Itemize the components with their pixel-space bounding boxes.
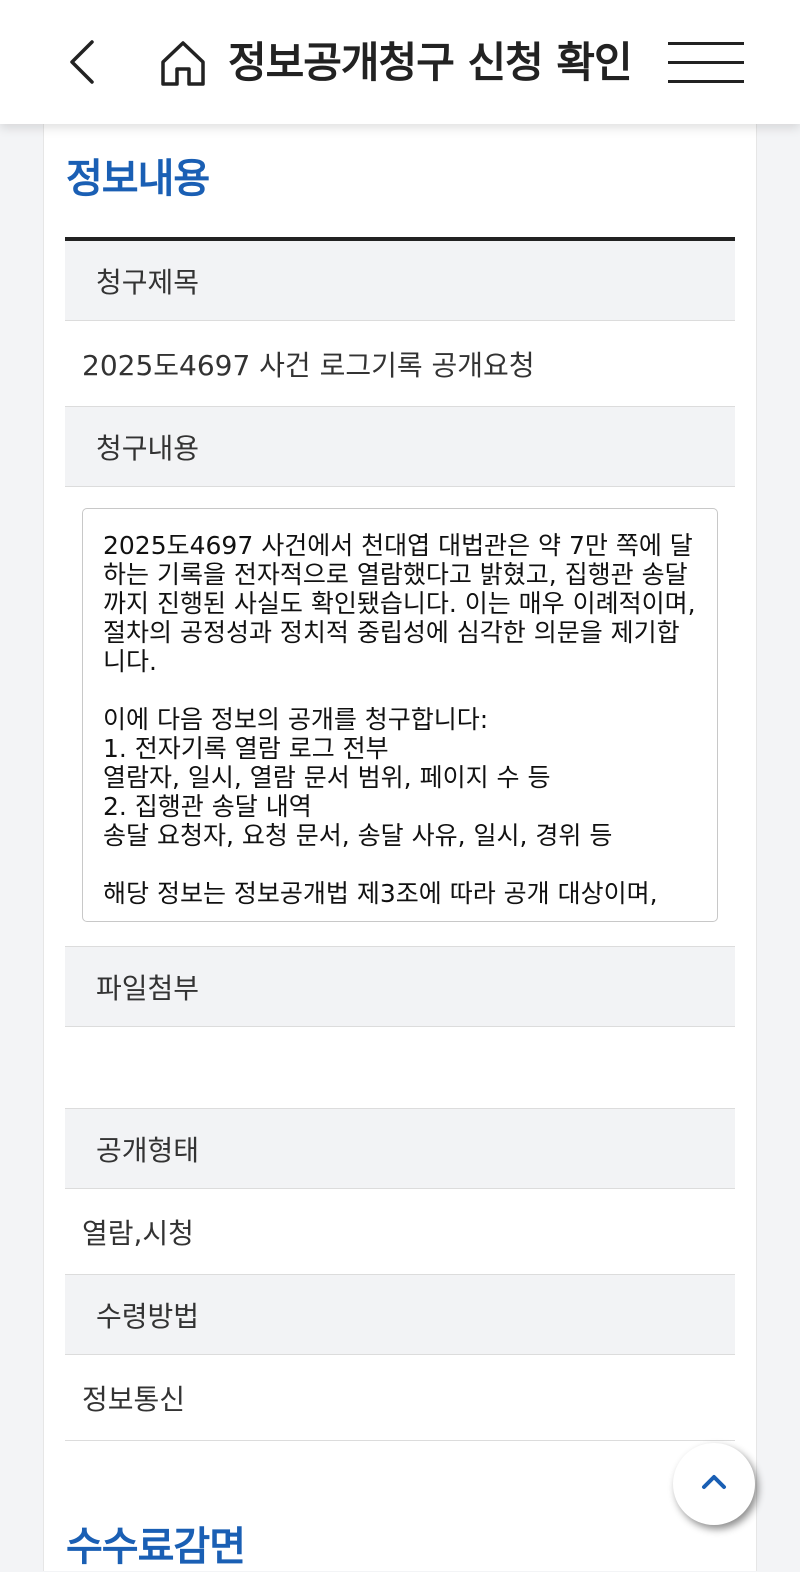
receive-method-value: 정보통신 <box>65 1355 735 1441</box>
page-title: 정보공개청구 신청 확인 <box>228 38 633 87</box>
home-button[interactable] <box>158 38 208 88</box>
top-app-bar: 정보공개청구 신청 확인 <box>0 0 800 124</box>
chevron-up-icon <box>702 1475 726 1489</box>
info-table: 청구제목 2025도4697 사건 로그기록 공개요청 청구내용 2025도46… <box>65 237 735 1441</box>
attachment-label: 파일첨부 <box>65 947 735 1027</box>
request-content-cell: 2025도4697 사건에서 천대엽 대법관은 약 7만 쪽에 달하는 기록을 … <box>65 487 735 947</box>
disclosure-type-label: 공개형태 <box>65 1109 735 1189</box>
menu-button[interactable] <box>668 40 746 86</box>
attachment-value <box>65 1027 735 1109</box>
receive-method-label: 수령방법 <box>65 1275 735 1355</box>
disclosure-type-value: 열람,시청 <box>65 1189 735 1275</box>
hamburger-menu-icon <box>668 42 744 45</box>
request-content-label: 청구내용 <box>65 407 735 487</box>
home-icon <box>161 41 205 86</box>
section-title-info: 정보내용 <box>66 156 210 202</box>
request-title-label: 청구제목 <box>65 241 735 321</box>
request-content-textarea[interactable]: 2025도4697 사건에서 천대엽 대법관은 약 7만 쪽에 달하는 기록을 … <box>82 508 718 922</box>
main-content: 정보내용 청구제목 2025도4697 사건 로그기록 공개요청 청구내용 20… <box>43 124 757 1571</box>
request-title-value: 2025도4697 사건 로그기록 공개요청 <box>65 321 735 407</box>
section-title-fee: 수수료감면 <box>66 1524 246 1570</box>
scroll-top-button[interactable] <box>673 1443 755 1525</box>
chevron-left-icon <box>70 40 94 84</box>
back-button[interactable] <box>60 38 108 86</box>
hamburger-line <box>668 80 744 83</box>
hamburger-line <box>668 61 744 64</box>
